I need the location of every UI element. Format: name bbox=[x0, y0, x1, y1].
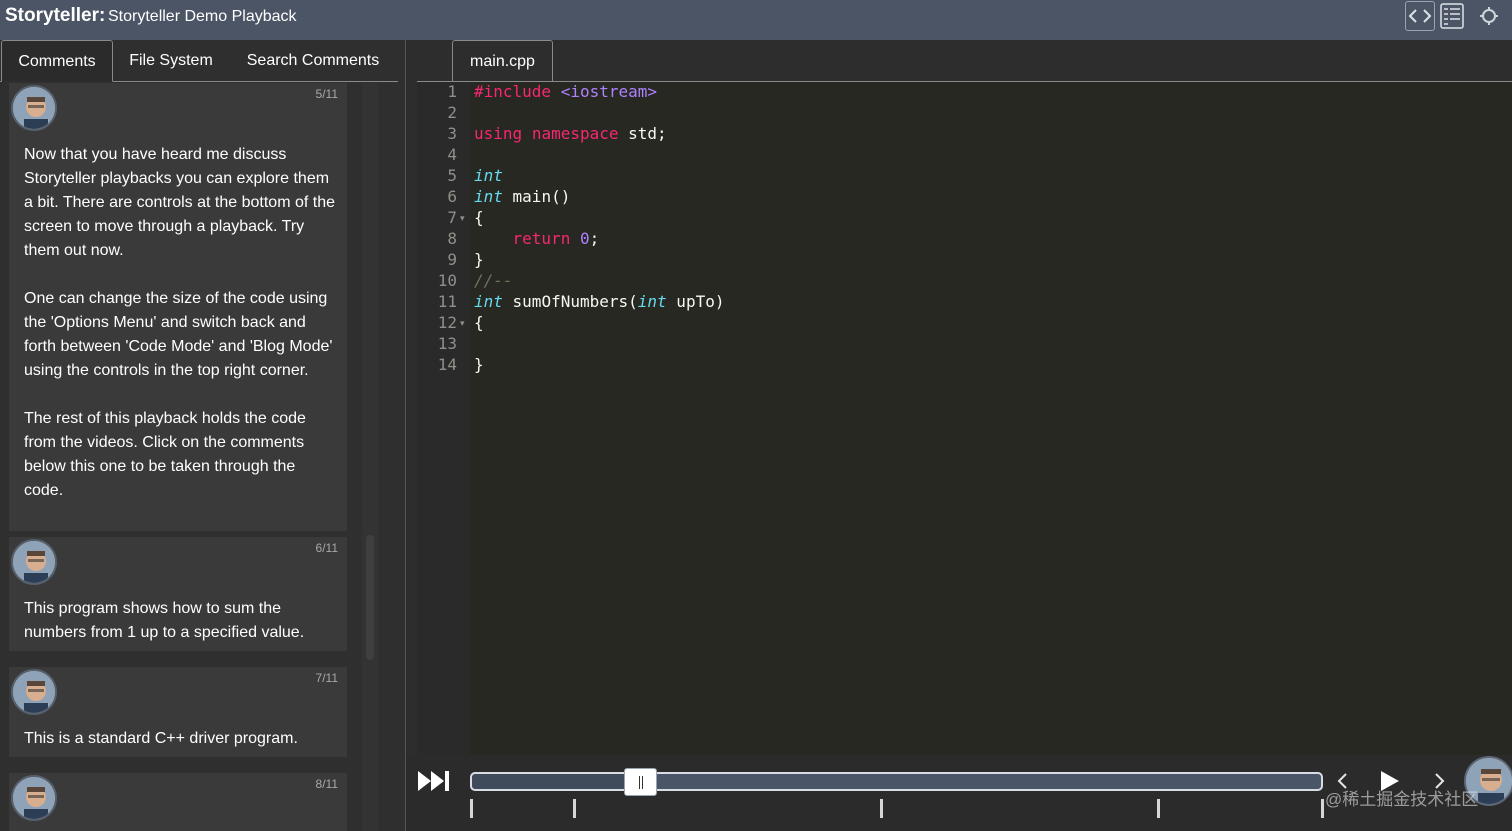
line-number: 11 bbox=[437, 292, 457, 311]
playback-slider-handle[interactable] bbox=[624, 768, 657, 796]
watermark-text: @稀土掘金技术社区 bbox=[1325, 790, 1479, 809]
code-line: int sumOfNumbers(int upTo) bbox=[474, 292, 724, 311]
grip-icon bbox=[639, 776, 643, 789]
code-token: int bbox=[637, 292, 667, 311]
code-line: } bbox=[474, 355, 484, 374]
editor-area: main.cpp 1 2 3 4 5 6 7 ▾ 8 9 10 11 12 ▾ … bbox=[407, 40, 1512, 755]
comment-position: 7/11 bbox=[315, 671, 338, 685]
comments-scrollbar[interactable] bbox=[362, 83, 378, 831]
comment-card[interactable]: 5/11 Now that you have heard me discuss … bbox=[9, 83, 347, 531]
code-line: int main() bbox=[474, 187, 570, 206]
code-token: 0 bbox=[579, 229, 590, 248]
code-token: int bbox=[474, 187, 503, 206]
line-number: 14 bbox=[437, 355, 457, 374]
code-token: int bbox=[474, 166, 503, 185]
code-line: } bbox=[474, 250, 484, 269]
line-number: 13 bbox=[437, 334, 457, 353]
gear-icon bbox=[1480, 7, 1498, 25]
blog-list-icon bbox=[1440, 3, 1464, 29]
tab-main-cpp[interactable]: main.cpp bbox=[452, 40, 553, 82]
comments-scroll-thumb[interactable] bbox=[366, 535, 374, 660]
line-number: 9 bbox=[447, 250, 457, 269]
line-number: 2 bbox=[447, 103, 457, 122]
code-token: return bbox=[474, 229, 571, 248]
code-token: std; bbox=[618, 124, 667, 143]
code-editor[interactable]: #include <iostream> using namespace std;… bbox=[470, 82, 1512, 755]
avatar bbox=[11, 775, 57, 821]
storyteller-app: Storyteller: Storyteller Demo Playback C… bbox=[0, 0, 1512, 831]
fast-forward-button[interactable] bbox=[417, 769, 451, 793]
comment-text: This is a standard C++ driver program. bbox=[24, 730, 298, 747]
line-number: 6 bbox=[447, 187, 457, 206]
tab-comments[interactable]: Comments bbox=[1, 40, 113, 82]
settings-button[interactable] bbox=[1478, 5, 1500, 27]
code-token: ; bbox=[589, 229, 600, 248]
tab-search-comments[interactable]: Search Comments bbox=[232, 40, 394, 82]
code-token: <iostream> bbox=[560, 82, 658, 101]
code-line: return 0; bbox=[474, 229, 600, 248]
playback-progress-fill bbox=[472, 774, 642, 789]
code-line: #include <iostream> bbox=[474, 82, 657, 101]
avatar bbox=[11, 539, 57, 585]
code-token: using bbox=[474, 124, 523, 143]
comment-marker[interactable] bbox=[1321, 799, 1324, 818]
code-line: using namespace std; bbox=[474, 124, 667, 143]
blog-mode-button[interactable] bbox=[1438, 1, 1468, 31]
line-number: 10 bbox=[437, 271, 457, 290]
comments-list: 5/11 Now that you have heard me discuss … bbox=[0, 83, 360, 831]
comment-card[interactable]: 6/11 This program shows how to sum the n… bbox=[9, 537, 347, 651]
comment-card[interactable]: 7/11 This is a standard C++ driver progr… bbox=[9, 667, 347, 757]
fold-arrow-icon[interactable]: ▾ bbox=[460, 213, 465, 224]
line-number: 8 bbox=[447, 229, 457, 248]
playback-title: Storyteller Demo Playback bbox=[108, 8, 297, 25]
line-number-gutter: 1 2 3 4 5 6 7 ▾ 8 9 10 11 12 ▾ 13 14 bbox=[417, 82, 470, 755]
playback-controls: @稀土掘金技术社区 bbox=[407, 755, 1512, 831]
line-number: 1 bbox=[447, 82, 457, 101]
comment-marker[interactable] bbox=[573, 799, 576, 818]
fold-arrow-icon[interactable]: ▾ bbox=[460, 318, 465, 329]
code-token: upTo) bbox=[666, 292, 725, 311]
comment-position: 5/11 bbox=[315, 87, 338, 101]
line-number: 12 bbox=[437, 313, 457, 332]
code-token: namespace bbox=[531, 124, 619, 143]
code-token: sumOfNumbers( bbox=[502, 292, 638, 311]
comment-position: 8/11 bbox=[315, 777, 338, 791]
tab-file-system[interactable]: File System bbox=[118, 40, 224, 82]
code-token: int bbox=[474, 292, 503, 311]
header-bar: Storyteller: Storyteller Demo Playback bbox=[0, 0, 1512, 40]
app-name: Storyteller: bbox=[5, 5, 106, 26]
comment-position: 6/11 bbox=[315, 541, 338, 555]
comment-text: Now that you have heard me discuss Story… bbox=[24, 146, 335, 499]
comment-card[interactable]: 8/11 bbox=[9, 773, 347, 831]
line-number: 4 bbox=[447, 145, 457, 164]
comment-marker[interactable] bbox=[470, 799, 473, 818]
code-line: int bbox=[474, 166, 503, 185]
comment-marker[interactable] bbox=[1157, 799, 1160, 818]
code-brackets-icon bbox=[1408, 9, 1432, 23]
comments-panel: Comments File System Search Comments 5/1… bbox=[0, 40, 406, 831]
code-token: main() bbox=[502, 187, 571, 206]
code-mode-button[interactable] bbox=[1405, 1, 1435, 31]
playback-slider[interactable] bbox=[470, 772, 1323, 791]
avatar bbox=[11, 669, 57, 715]
comment-text: This program shows how to sum the number… bbox=[24, 600, 305, 641]
avatar bbox=[11, 85, 57, 131]
code-line: { bbox=[474, 208, 484, 227]
code-token: #include bbox=[474, 82, 552, 101]
fast-forward-icon bbox=[418, 771, 449, 791]
line-number: 3 bbox=[447, 124, 457, 143]
line-number: 7 bbox=[447, 208, 457, 227]
comment-marker[interactable] bbox=[880, 799, 883, 818]
panel-tabs: Comments File System Search Comments bbox=[0, 40, 398, 82]
code-line: //-- bbox=[474, 271, 513, 290]
code-line: { bbox=[474, 313, 484, 332]
line-number: 5 bbox=[447, 166, 457, 185]
